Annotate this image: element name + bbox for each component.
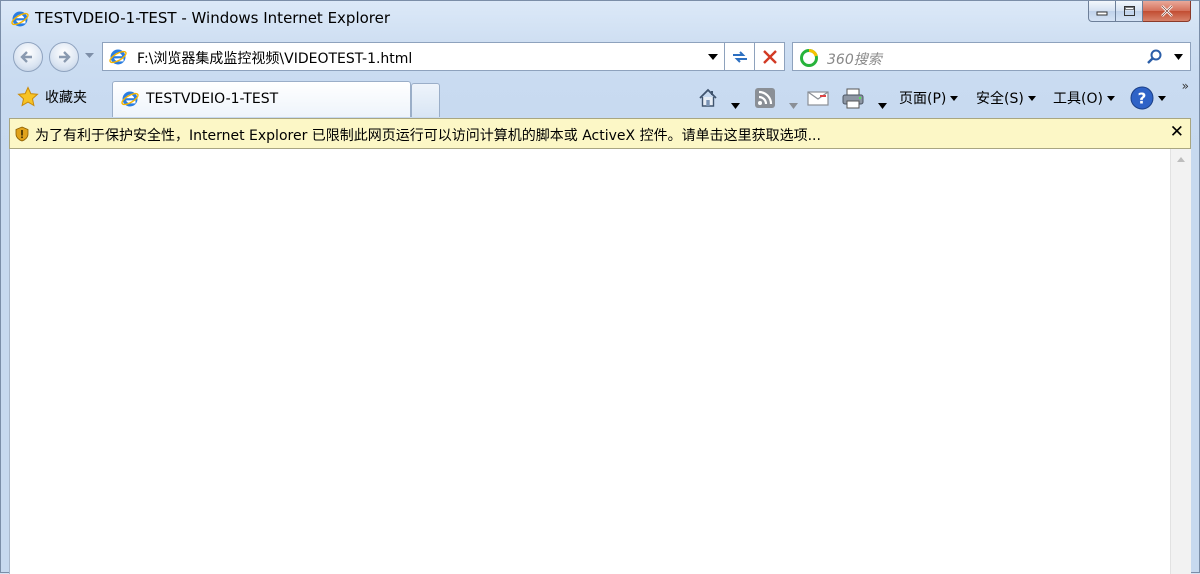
shield-warning-icon [15,126,29,142]
tools-menu[interactable]: 工具(O) [1053,86,1115,110]
svg-text:?: ? [1138,90,1147,108]
favorites-star-icon [17,86,39,107]
close-icon [1160,5,1173,17]
minimize-icon [1096,11,1108,16]
feeds-button[interactable] [754,86,776,110]
print-button[interactable] [841,86,865,110]
tab-ie-icon [121,91,139,107]
search-360-logo-icon [800,49,818,67]
tools-dropdown-icon [1106,95,1115,101]
ie-window: TESTVDEIO-1-TEST - Windows Internet Expl… [0,0,1200,574]
information-bar-message[interactable]: 为了有利于保护安全性，Internet Explorer 已限制此网页运行可以访… [35,125,821,145]
search-dropdown-icon[interactable] [1174,54,1183,60]
page-menu-label: 页面(P) [899,91,947,107]
safety-menu[interactable]: 安全(S) [976,86,1036,110]
information-bar[interactable]: 为了有利于保护安全性，Internet Explorer 已限制此网页运行可以访… [9,118,1191,149]
refresh-icon [732,50,747,63]
home-dropdown-icon[interactable] [731,94,740,118]
vertical-scrollbar[interactable] [1170,149,1191,574]
tab-active[interactable]: TESTVDEIO-1-TEST [112,81,411,117]
favorites-label: 收藏夹 [45,90,87,106]
feeds-dropdown-icon[interactable] [789,94,798,118]
information-bar-close-icon[interactable]: ✕ [1170,122,1184,142]
maximize-icon [1123,6,1135,16]
rss-icon [755,88,775,108]
help-icon: ? [1130,86,1154,110]
page-content-area [9,149,1191,574]
help-dropdown-icon [1158,95,1166,101]
forward-arrow-icon [59,51,71,63]
tools-menu-label: 工具(O) [1053,91,1103,107]
read-mail-button[interactable] [807,86,829,110]
refresh-button[interactable] [725,42,755,71]
home-button[interactable] [697,86,719,110]
forward-button[interactable] [49,42,79,72]
help-button[interactable]: ? [1130,86,1166,110]
caption-buttons [1088,1,1191,23]
close-window-button[interactable] [1143,1,1191,22]
address-dropdown-icon[interactable] [708,54,718,60]
ie-logo-icon [11,11,29,27]
stop-button[interactable] [755,42,785,71]
more-commands-chevron-icon[interactable]: » [1182,79,1189,93]
title-bar: TESTVDEIO-1-TEST - Windows Internet Expl… [1,1,1199,37]
minimize-button[interactable] [1088,1,1116,22]
address-url[interactable]: F:\浏览器集成监控视频\VIDEOTEST-1.html [137,48,412,68]
maximize-button[interactable] [1116,1,1143,22]
search-placeholder[interactable]: 360搜索 [827,49,882,69]
recent-pages-dropdown-icon[interactable] [85,53,94,59]
window-title: TESTVDEIO-1-TEST - Windows Internet Expl… [35,9,391,27]
home-icon [699,88,717,107]
address-bar[interactable]: F:\浏览器集成监控视频\VIDEOTEST-1.html [102,42,725,71]
page-menu[interactable]: 页面(P) [899,86,959,110]
page-ie-icon [109,49,127,65]
page-dropdown-icon [950,95,959,101]
stop-icon [762,49,777,64]
new-tab-button[interactable] [411,83,440,117]
scroll-up-arrow-icon[interactable] [1177,157,1185,162]
printer-icon [842,88,864,109]
search-icon[interactable] [1146,48,1164,66]
search-box[interactable]: 360搜索 [792,42,1191,71]
mail-icon [807,91,829,106]
print-dropdown-icon[interactable] [878,94,887,118]
command-row: 收藏夹 TESTVDEIO-1-TEST 页面(P) 安全(S) 工具(O) ?… [1,79,1199,117]
back-arrow-icon [20,51,32,63]
safety-dropdown-icon [1027,95,1036,101]
back-button[interactable] [13,42,43,72]
safety-menu-label: 安全(S) [976,91,1024,107]
tab-label: TESTVDEIO-1-TEST [146,91,279,107]
favorites-button[interactable]: 收藏夹 [11,82,93,112]
